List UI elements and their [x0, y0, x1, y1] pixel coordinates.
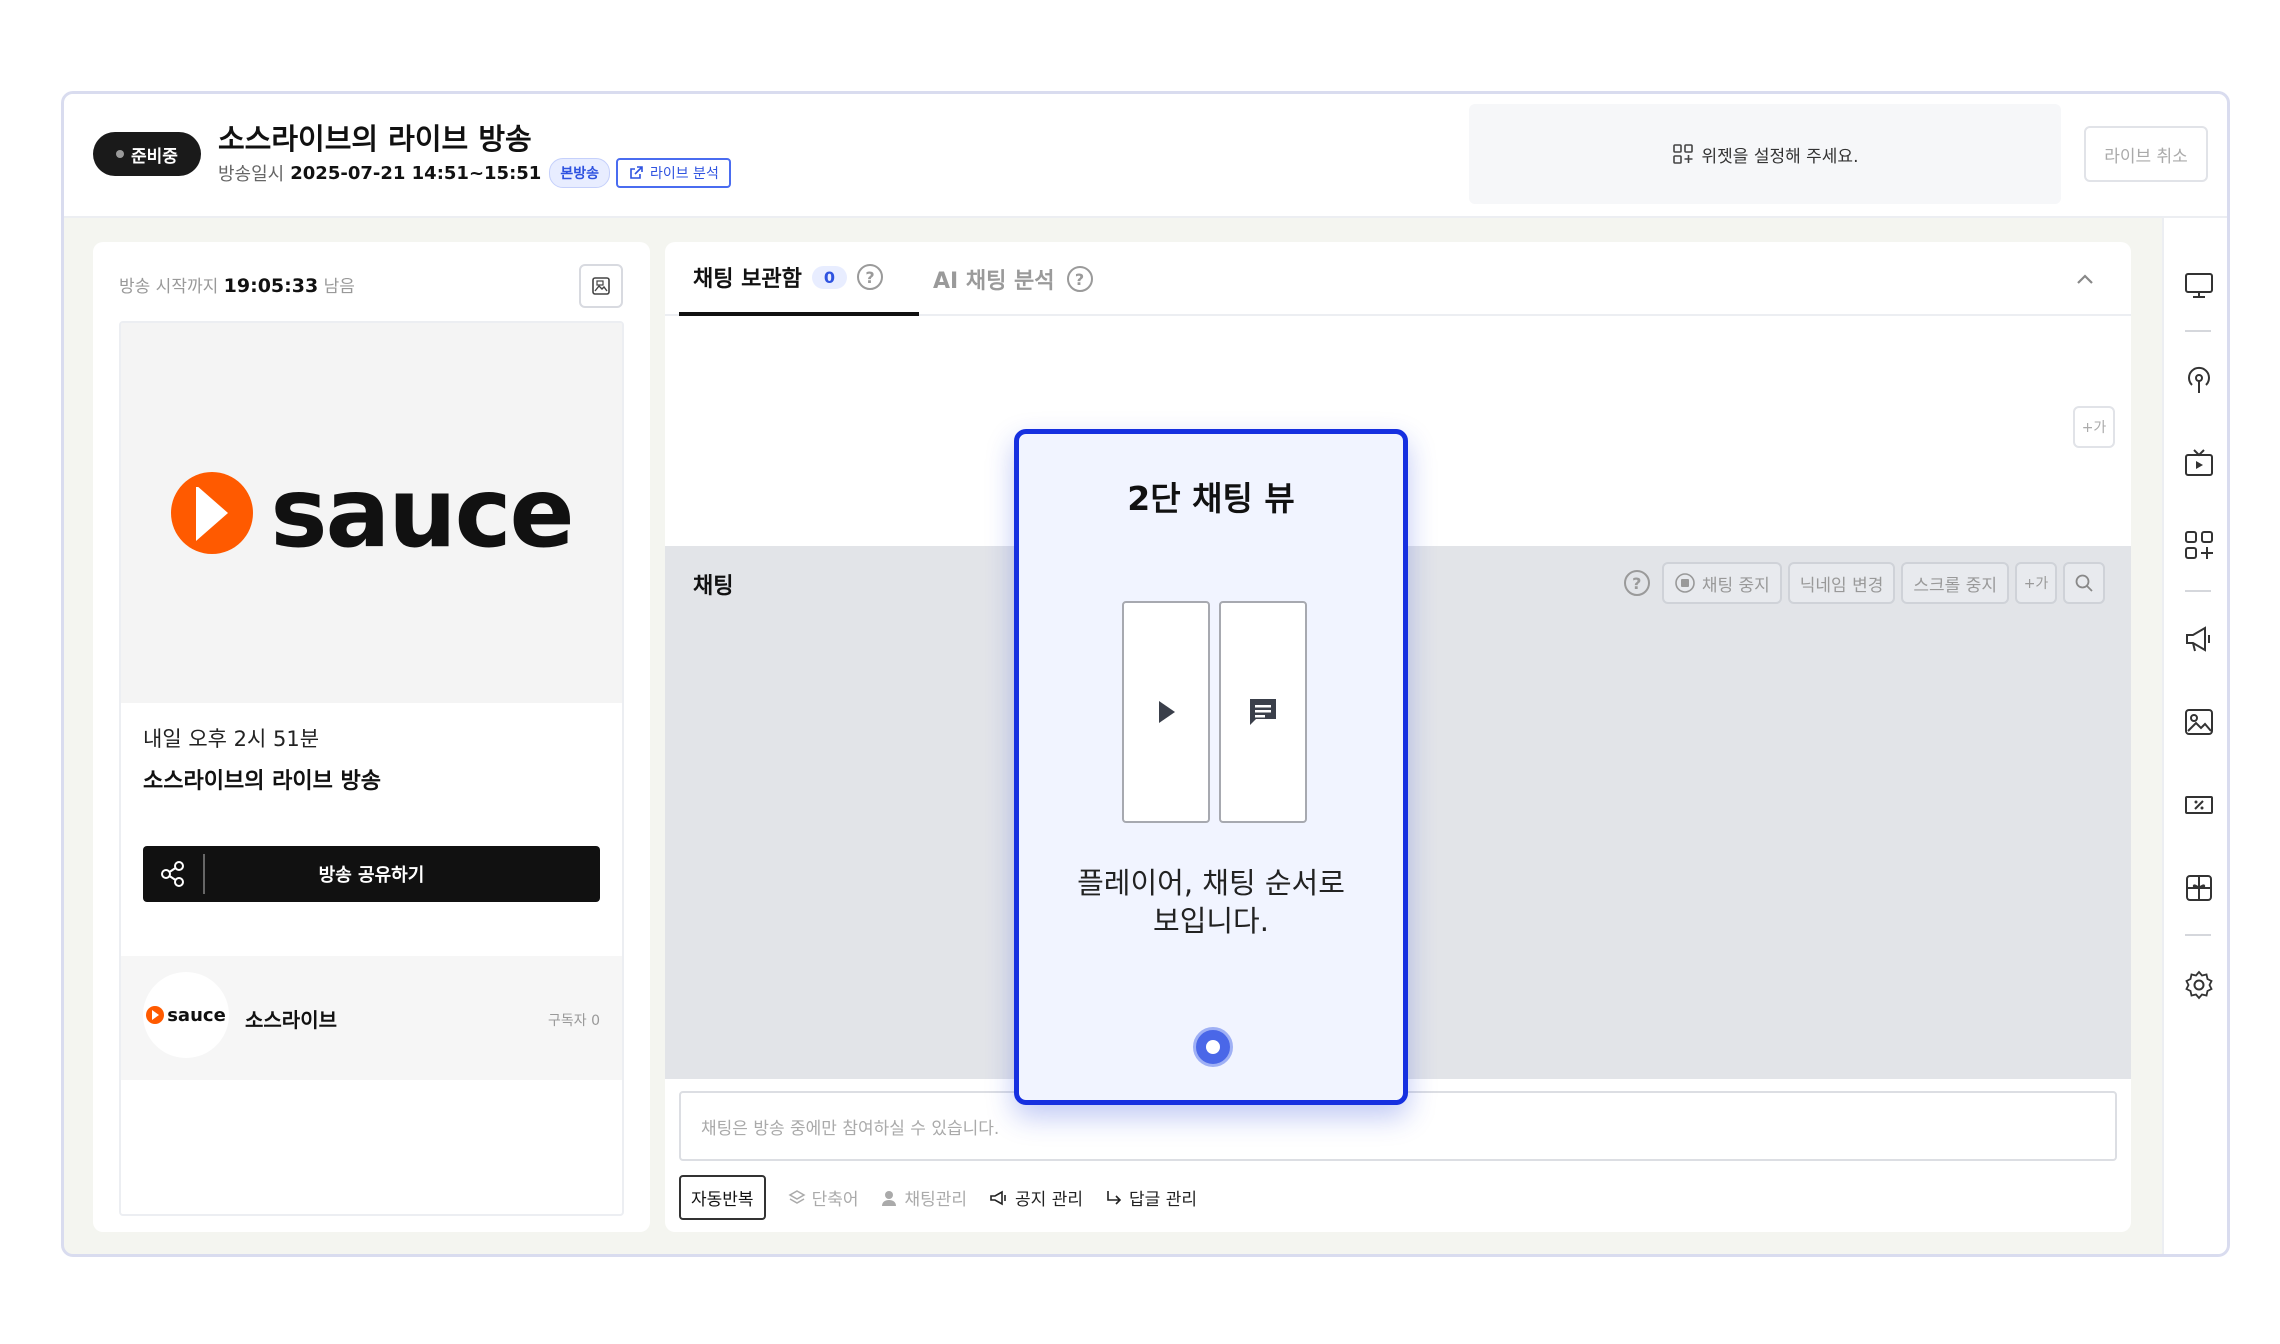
stop-chat-label: 채팅 중지 [1701, 575, 1770, 596]
popup-title: 2단 채팅 뷰 [1127, 479, 1295, 518]
help-icon[interactable]: ? [1623, 570, 1650, 596]
channel-avatar: sauce [143, 972, 229, 1058]
preview-thumbnail: sauce [121, 323, 622, 703]
notice-manage-label: 공지 관리 [1015, 1190, 1084, 1210]
help-icon[interactable]: ? [857, 264, 884, 290]
rail-divider [2185, 590, 2211, 592]
tab-chat-archive-label: 채팅 보관함 [693, 267, 802, 292]
subscriber-count: 구독자 0 [548, 1013, 600, 1029]
tab-ai-chat-analysis[interactable]: AI 채팅 분석 ? [933, 242, 1093, 316]
widget-grid-icon[interactable] [2182, 528, 2216, 562]
channel-avatar-text: sauce [167, 1004, 226, 1026]
reply-manage-label: 답글 관리 [1129, 1190, 1197, 1210]
thumbnail-button[interactable] [579, 264, 623, 308]
preview-panel: 방송 시작까지 19:05:33 남음 sauce 내일 오후 2시 51분 소… [93, 242, 650, 1232]
archive-count-badge: 0 [811, 265, 848, 289]
shortcut-label: 단축어 [811, 1190, 859, 1210]
live-analysis-link[interactable]: 라이브 분석 [615, 158, 731, 188]
auto-repeat-button[interactable]: 자동반복 [679, 1175, 766, 1220]
chat-bottom-toolbar: 자동반복 단축어 채팅관리 공지 관리 답글 관리 [679, 1175, 1197, 1220]
change-nickname-button[interactable]: 닉네임 변경 [1787, 562, 1896, 604]
image-icon[interactable] [2182, 705, 2216, 739]
reply-arrow-icon [1107, 1190, 1122, 1205]
stop-chat-button[interactable]: 채팅 중지 [1661, 562, 1782, 604]
chat-manage-button[interactable]: 채팅관리 [880, 1185, 967, 1210]
stop-scroll-button[interactable]: 스크롤 중지 [1901, 562, 2009, 604]
sauce-mini-logo-icon [146, 1006, 165, 1024]
date-label: 방송일시 [218, 164, 285, 185]
broadcast-preview-card: sauce 내일 오후 2시 51분 소스라이브의 라이브 방송 방송 공유하기… [119, 321, 624, 1216]
shortcut-button[interactable]: 단축어 [788, 1185, 859, 1210]
search-button[interactable] [2063, 562, 2105, 604]
stop-icon [1675, 573, 1695, 593]
chat-bubble-icon [1250, 699, 1276, 725]
countdown-suffix: 남음 [323, 277, 355, 297]
archive-font-size-button[interactable]: +가 [2073, 406, 2115, 448]
chevron-up-icon[interactable] [2073, 268, 2097, 296]
megaphone-icon [990, 1190, 1006, 1205]
rail-divider [2185, 330, 2211, 332]
chat-toolbar: ? 채팅 중지 닉네임 변경 스크롤 중지 +가 [1623, 562, 2105, 604]
popup-radio-indicator[interactable] [1193, 1027, 1233, 1067]
countdown-label: 방송 시작까지 [119, 277, 219, 297]
share-icon [143, 854, 205, 894]
sauce-logo-text: sauce [270, 457, 574, 569]
font-size-button[interactable]: +가 [2015, 562, 2057, 604]
page-title: 소스라이브의 라이브 방송 [218, 122, 532, 156]
image-icon [592, 277, 610, 295]
status-dot [116, 150, 125, 158]
live-analysis-label: 라이브 분석 [649, 166, 719, 182]
popup-desc-line2: 보입니다. [1153, 904, 1269, 938]
tab-ai-label: AI 채팅 분석 [933, 269, 1055, 294]
page-header: 준비중 소스라이브의 라이브 방송 방송일시 2025-07-21 14:51~… [64, 94, 2227, 218]
rail-divider [2185, 934, 2211, 936]
channel-name: 소스라이브 [245, 1008, 337, 1032]
popup-desc-line1: 플레이어, 채팅 순서로 [1077, 866, 1345, 900]
gear-icon[interactable] [2182, 968, 2216, 1002]
widget-notice-text: 위젯을 설정해 주세요. [1701, 146, 1859, 167]
notice-manage-button[interactable]: 공지 관리 [989, 1185, 1083, 1210]
widget-add-icon [1672, 144, 1693, 164]
countdown-value: 19:05:33 [223, 275, 319, 297]
reply-manage-button[interactable]: 답글 관리 [1105, 1185, 1197, 1210]
widget-settings-box[interactable]: 위젯을 설정해 주세요. [1469, 104, 2061, 204]
broadcast-card-title: 소스라이브의 라이브 방송 [143, 769, 381, 794]
share-broadcast-label: 방송 공유하기 [318, 865, 425, 886]
search-icon [2075, 574, 2093, 592]
chat-manage-label: 채팅관리 [904, 1190, 968, 1210]
popup-description: 플레이어, 채팅 순서로 보입니다. [1019, 864, 1403, 940]
countdown: 방송 시작까지 19:05:33 남음 [119, 272, 355, 297]
tab-chat-archive[interactable]: 채팅 보관함 0 ? [679, 242, 919, 316]
broadcast-date-row: 방송일시 2025-07-21 14:51~15:51 본방송 라이브 분석 [218, 158, 731, 188]
date-value: 2025-07-21 14:51~15:51 [290, 162, 542, 184]
channel-row: sauce 소스라이브 구독자 0 [121, 956, 622, 1080]
tv-play-icon[interactable] [2182, 446, 2216, 480]
chat-pane [1219, 601, 1307, 823]
stack-icon [788, 1189, 806, 1204]
coupon-icon[interactable] [2182, 788, 2216, 822]
player-pane [1122, 601, 1210, 823]
two-column-chat-view-popup: 2단 채팅 뷰 플레이어, 채팅 순서로 보입니다. [1014, 429, 1408, 1105]
monitor-icon[interactable] [2182, 268, 2216, 302]
status-badge: 준비중 [93, 132, 201, 176]
sauce-logo-icon [171, 472, 254, 554]
right-sidebar [2162, 218, 2227, 1254]
live-console-window: 준비중 소스라이브의 라이브 방송 방송일시 2025-07-21 14:51~… [61, 91, 2230, 1257]
chat-tabs: 채팅 보관함 0 ? AI 채팅 분석 ? [665, 242, 2131, 316]
broadcast-icon[interactable] [2182, 363, 2216, 397]
status-text: 준비중 [131, 146, 178, 167]
external-link-icon [630, 166, 643, 179]
user-icon [882, 1190, 897, 1206]
play-icon [1159, 701, 1175, 723]
gift-icon[interactable] [2182, 871, 2216, 905]
help-icon[interactable]: ? [1066, 266, 1093, 292]
chat-title: 채팅 [693, 574, 734, 599]
broadcast-type-badge: 본방송 [549, 158, 610, 188]
cancel-live-button[interactable]: 라이브 취소 [2084, 126, 2208, 182]
broadcast-when: 내일 오후 2시 51분 [143, 727, 320, 751]
megaphone-icon[interactable] [2182, 622, 2216, 656]
share-broadcast-button[interactable]: 방송 공유하기 [143, 846, 600, 902]
